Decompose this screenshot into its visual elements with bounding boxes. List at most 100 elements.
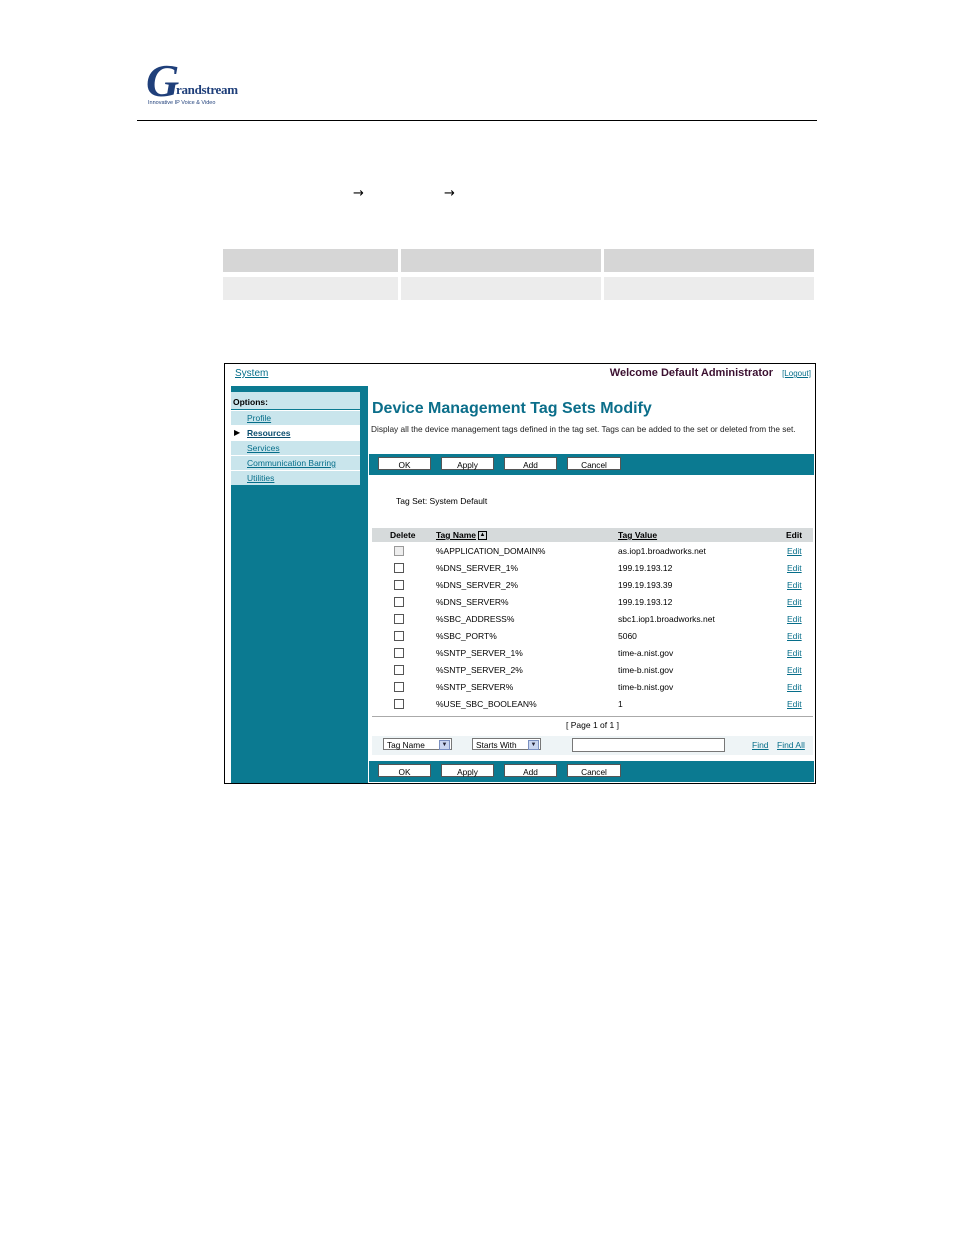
sidebar-item-label: Services bbox=[247, 443, 280, 453]
sidebar-item-label: Communication Barring bbox=[247, 458, 336, 468]
search-field-value: Tag Name bbox=[387, 740, 425, 750]
page-description: Display all the device management tags d… bbox=[371, 424, 796, 434]
sidebar-item-label: Profile bbox=[247, 413, 272, 423]
add-button[interactable]: Add bbox=[504, 764, 557, 777]
edit-link[interactable]: Edit bbox=[787, 682, 802, 692]
header-divider bbox=[137, 120, 817, 121]
add-button[interactable]: Add bbox=[504, 457, 557, 470]
tag-name: %USE_SBC_BOOLEAN% bbox=[436, 699, 537, 709]
tag-set-label: Tag Set: System Default bbox=[396, 496, 488, 506]
tag-value-header[interactable]: Tag Value bbox=[618, 530, 657, 540]
page-title: Device Management Tag Sets Modify bbox=[372, 400, 652, 417]
logo-mark: G bbox=[146, 55, 180, 106]
tag-name: %DNS_SERVER_1% bbox=[436, 563, 519, 573]
edit-link[interactable]: Edit bbox=[787, 580, 802, 590]
options-label: Options: bbox=[233, 397, 268, 407]
ok-button[interactable]: OK bbox=[378, 457, 431, 470]
cancel-button[interactable]: Cancel bbox=[567, 457, 621, 470]
table-cell bbox=[223, 249, 398, 272]
edit-link[interactable]: Edit bbox=[787, 546, 802, 556]
edit-link[interactable]: Edit bbox=[787, 648, 802, 658]
tag-value: time-a.nist.gov bbox=[618, 648, 674, 658]
tag-name-header-label: Tag Name bbox=[436, 530, 476, 540]
search-bar: Tag Name ▼ Starts With ▼ Find Find All bbox=[372, 736, 813, 755]
apply-button[interactable]: Apply bbox=[441, 764, 494, 777]
table-row: %DNS_SERVER% 199.19.193.12 Edit bbox=[372, 594, 813, 611]
delete-checkbox[interactable] bbox=[394, 580, 404, 590]
system-link[interactable]: System bbox=[235, 368, 268, 379]
tag-value: time-b.nist.gov bbox=[618, 665, 674, 675]
sidebar-item-utilities[interactable]: Utilities bbox=[231, 470, 360, 485]
main-panel: Device Management Tag Sets Modify Displa… bbox=[369, 392, 815, 782]
cancel-button[interactable]: Cancel bbox=[567, 764, 621, 777]
delete-checkbox[interactable] bbox=[394, 699, 404, 709]
tag-name: %SBC_PORT% bbox=[436, 631, 497, 641]
edit-header: Edit bbox=[786, 530, 803, 540]
table-cell bbox=[223, 277, 398, 300]
table-row: %DNS_SERVER_2% 199.19.193.39 Edit bbox=[372, 577, 813, 594]
table-row: %SNTP_SERVER% time-b.nist.gov Edit bbox=[372, 679, 813, 696]
delete-header: Delete bbox=[390, 530, 416, 540]
search-mode-select[interactable]: Starts With ▼ bbox=[472, 738, 541, 750]
delete-checkbox[interactable] bbox=[394, 546, 404, 556]
table-row: %SBC_PORT% 5060 Edit bbox=[372, 628, 813, 645]
logout-link[interactable]: [Logout] bbox=[782, 369, 811, 378]
delete-checkbox[interactable] bbox=[394, 563, 404, 573]
search-field-select[interactable]: Tag Name ▼ bbox=[383, 738, 452, 750]
table-header: Delete Tag Name ▲ Tag Value Edit bbox=[372, 528, 813, 542]
nav-arrow-icon: → bbox=[444, 186, 455, 201]
sidebar-item-services[interactable]: Services bbox=[231, 440, 360, 455]
delete-checkbox[interactable] bbox=[394, 665, 404, 675]
delete-checkbox[interactable] bbox=[394, 597, 404, 607]
tag-value: 199.19.193.39 bbox=[618, 580, 673, 590]
tag-name: %DNS_SERVER_2% bbox=[436, 580, 519, 590]
edit-link[interactable]: Edit bbox=[787, 699, 802, 709]
delete-checkbox[interactable] bbox=[394, 648, 404, 658]
tag-value: 5060 bbox=[618, 631, 637, 641]
find-all-link[interactable]: Find All bbox=[777, 740, 805, 750]
logo-brand: randstream bbox=[176, 82, 238, 97]
tag-value: sbc1.iop1.broadworks.net bbox=[618, 614, 715, 624]
options-header: Options: bbox=[231, 392, 360, 409]
pager: [ Page 1 of 1 ] bbox=[372, 716, 813, 734]
grandstream-logo: G randstream Innovative IP Voice & Video bbox=[146, 55, 238, 110]
search-mode-value: Starts With bbox=[476, 740, 517, 750]
tag-name-header[interactable]: Tag Name ▲ bbox=[436, 530, 487, 541]
sidebar-item-profile[interactable]: Profile bbox=[231, 410, 360, 425]
tag-name: %SNTP_SERVER% bbox=[436, 682, 514, 692]
sidebar-item-resources[interactable]: ▶ Resources bbox=[231, 425, 360, 440]
nav-arrow-icon: → bbox=[353, 186, 364, 201]
tag-name: %DNS_SERVER% bbox=[436, 597, 509, 607]
logo-tagline: Innovative IP Voice & Video bbox=[148, 100, 216, 106]
sidebar: Options: Profile ▶ Resources Services Co… bbox=[231, 386, 368, 783]
delete-checkbox[interactable] bbox=[394, 682, 404, 692]
edit-link[interactable]: Edit bbox=[787, 614, 802, 624]
edit-link[interactable]: Edit bbox=[787, 665, 802, 675]
table-cell bbox=[604, 277, 814, 300]
table-row: %SBC_ADDRESS% sbc1.iop1.broadworks.net E… bbox=[372, 611, 813, 628]
edit-link[interactable]: Edit bbox=[787, 631, 802, 641]
top-button-bar: OK Apply Add Cancel bbox=[369, 454, 814, 475]
tag-value: as.iop1.broadworks.net bbox=[618, 546, 706, 556]
edit-link[interactable]: Edit bbox=[787, 597, 802, 607]
admin-screenshot: System Welcome Default Administrator [Lo… bbox=[224, 363, 816, 784]
table-row: %USE_SBC_BOOLEAN% 1 Edit bbox=[372, 696, 813, 713]
tag-name: %SNTP_SERVER_2% bbox=[436, 665, 523, 675]
delete-checkbox[interactable] bbox=[394, 614, 404, 624]
edit-link[interactable]: Edit bbox=[787, 563, 802, 573]
chevron-down-icon: ▼ bbox=[439, 740, 450, 750]
sidebar-item-label: Resources bbox=[247, 428, 291, 438]
tag-value: time-b.nist.gov bbox=[618, 682, 674, 692]
tag-value: 199.19.193.12 bbox=[618, 563, 673, 573]
top-bar: System Welcome Default Administrator [Lo… bbox=[225, 364, 815, 384]
apply-button[interactable]: Apply bbox=[441, 457, 494, 470]
sort-ascending-icon[interactable]: ▲ bbox=[478, 531, 487, 541]
table-cell bbox=[401, 277, 601, 300]
tag-value: 1 bbox=[618, 699, 623, 709]
search-input[interactable] bbox=[572, 738, 725, 752]
sidebar-item-communication-barring[interactable]: Communication Barring bbox=[231, 455, 360, 470]
tag-name: %SNTP_SERVER_1% bbox=[436, 648, 523, 658]
delete-checkbox[interactable] bbox=[394, 631, 404, 641]
find-link[interactable]: Find bbox=[752, 740, 769, 750]
ok-button[interactable]: OK bbox=[378, 764, 431, 777]
